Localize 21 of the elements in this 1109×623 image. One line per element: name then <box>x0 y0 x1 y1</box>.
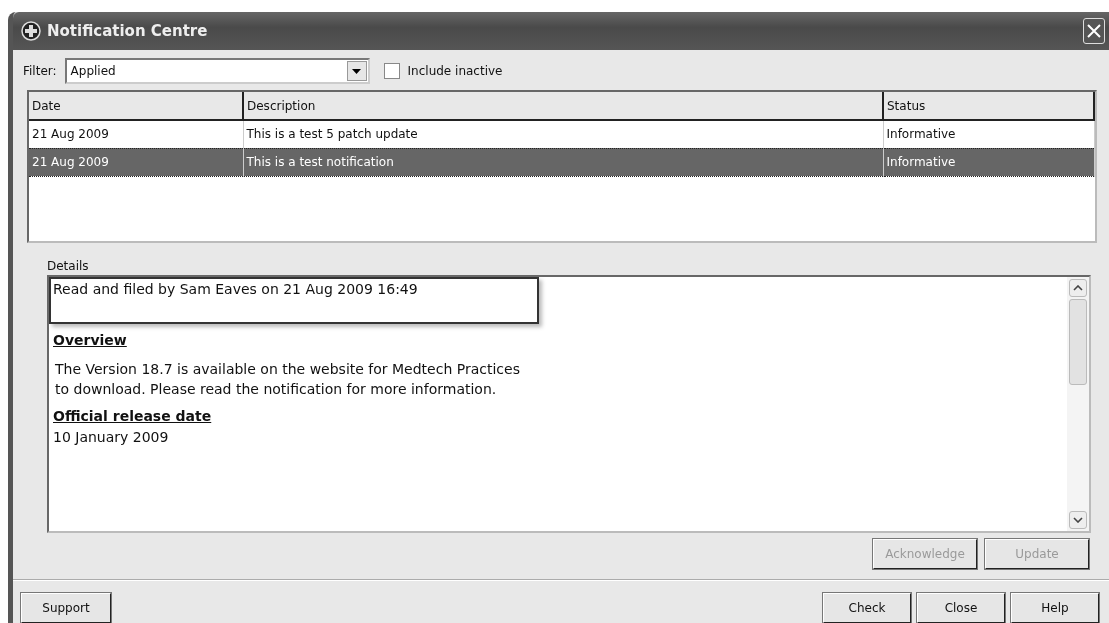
window-title: Notification Centre <box>47 20 208 42</box>
table-cell: Informative <box>883 148 1094 177</box>
table-cell: This is a test notification <box>243 148 883 177</box>
filed-note: Read and filed by Sam Eaves on 21 Aug 2009 16:49 <box>49 277 539 325</box>
section-heading: Overview <box>53 331 127 351</box>
dialog-button[interactable]: Support <box>21 593 111 623</box>
column-header[interactable]: Description <box>243 92 883 121</box>
filter-label: Filter: <box>23 63 57 81</box>
table-cell: 21 Aug 2009 <box>29 148 243 177</box>
include-inactive-label: Include inactive <box>407 63 503 81</box>
release-date: 10 January 2009 <box>53 427 170 447</box>
paragraph: The Version 18.7 is available on the website for Medtech Practices to download. Please read the notification for more information. <box>55 360 521 400</box>
details-label: Details <box>47 258 90 276</box>
dialog-button[interactable]: Help <box>1011 593 1099 623</box>
section-heading: Official release date <box>53 406 212 426</box>
column-header[interactable]: Date <box>29 92 243 121</box>
dialog-button[interactable]: Close <box>917 593 1005 623</box>
filter-value: Applied <box>70 63 116 81</box>
column-header[interactable]: Status <box>883 92 1094 121</box>
filter-dropdown[interactable]: Applied <box>64 58 370 85</box>
dialog-button[interactable]: Check <box>823 593 911 623</box>
